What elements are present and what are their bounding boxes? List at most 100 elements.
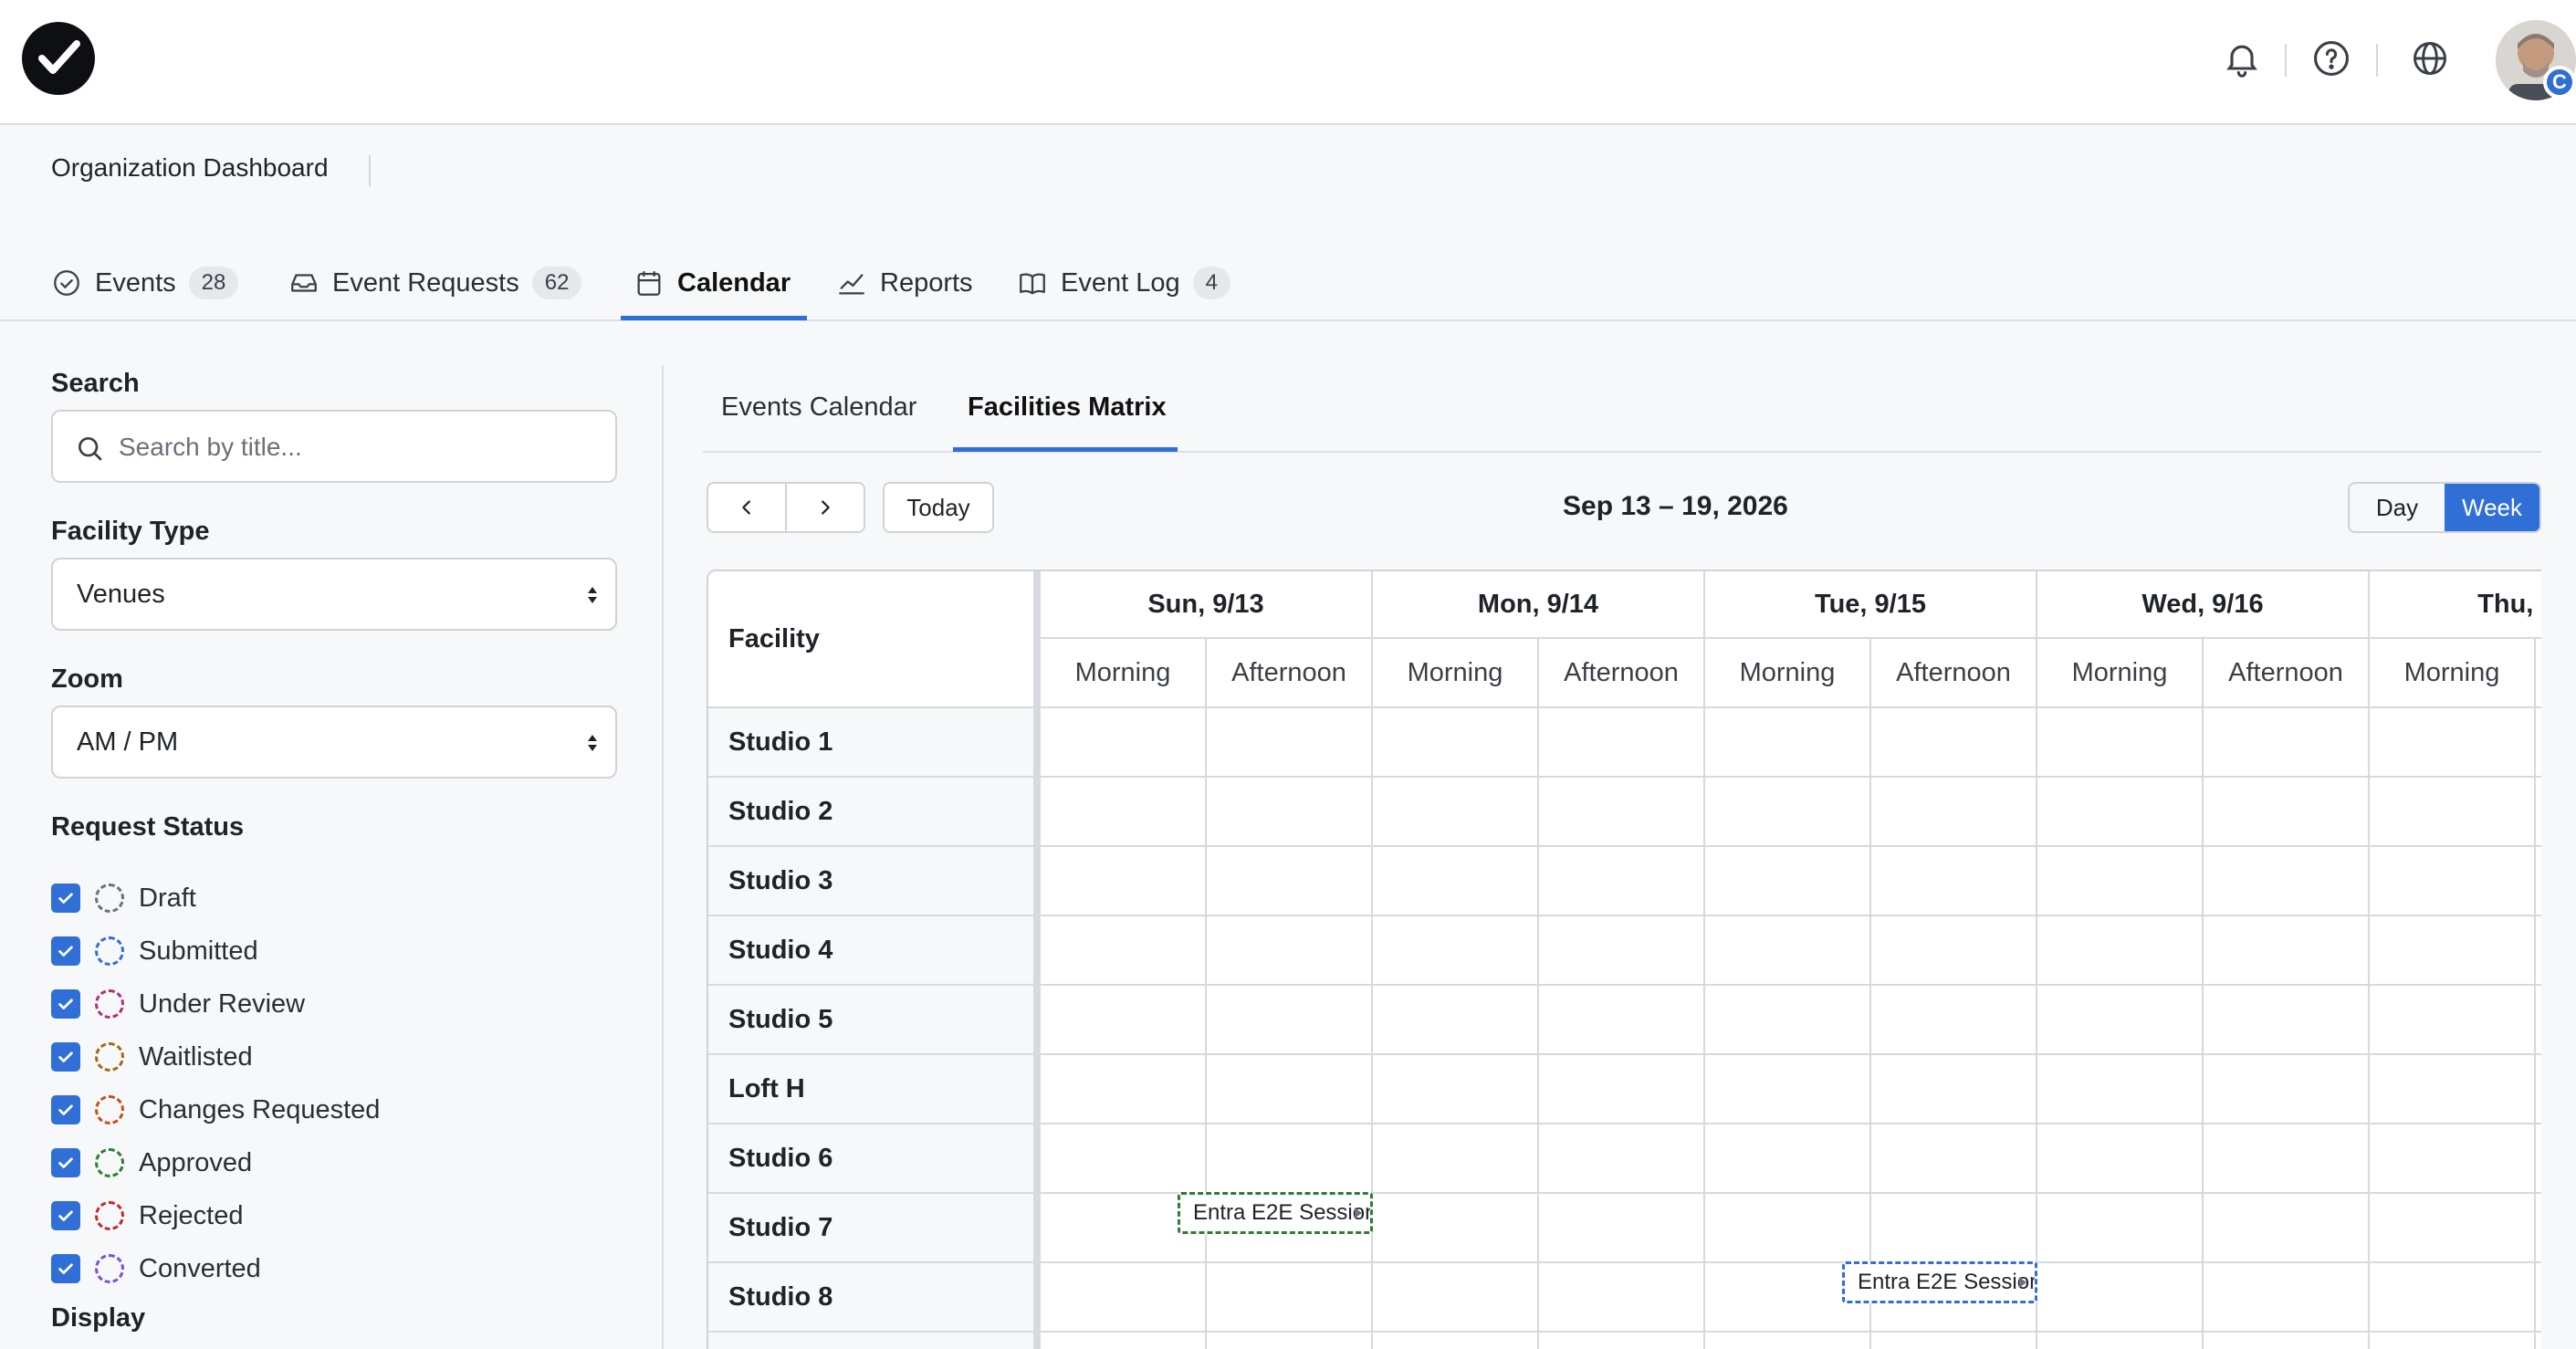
matrix-slot[interactable] — [1373, 778, 1539, 847]
checkbox[interactable] — [51, 1201, 80, 1230]
status-filter-rejected[interactable]: Rejected — [51, 1197, 243, 1234]
matrix-slot[interactable] — [2370, 916, 2536, 986]
matrix-slot[interactable] — [2370, 847, 2536, 916]
search-input[interactable] — [119, 426, 593, 468]
matrix-slot[interactable] — [2370, 986, 2536, 1055]
matrix-slot[interactable] — [2536, 986, 2541, 1055]
matrix-slot[interactable] — [1539, 1333, 1705, 1349]
matrix-slot[interactable] — [2370, 1055, 2536, 1124]
matrix-slot[interactable] — [2037, 1194, 2204, 1263]
next-week-button[interactable] — [785, 482, 865, 533]
matrix-slot[interactable] — [1871, 1124, 2037, 1194]
matrix-slot[interactable] — [1041, 1124, 1207, 1194]
matrix-slot[interactable] — [2536, 708, 2541, 778]
matrix-slot[interactable] — [2370, 708, 2536, 778]
matrix-slot[interactable] — [2204, 778, 2370, 847]
matrix-slot[interactable] — [2536, 916, 2541, 986]
matrix-slot[interactable] — [2370, 778, 2536, 847]
matrix-slot[interactable] — [1705, 847, 1871, 916]
matrix-slot[interactable] — [1871, 1194, 2037, 1263]
matrix-slot[interactable] — [2037, 916, 2204, 986]
matrix-slot[interactable] — [1041, 1263, 1207, 1333]
globe-icon[interactable] — [2410, 38, 2450, 78]
checkbox[interactable] — [51, 936, 80, 966]
matrix-slot[interactable] — [2037, 1124, 2204, 1194]
tab-calendar[interactable]: Calendar — [634, 246, 791, 319]
matrix-slot[interactable] — [1705, 778, 1871, 847]
status-filter-waitlisted[interactable]: Waitlisted — [51, 1039, 253, 1075]
matrix-slot[interactable] — [1207, 986, 1373, 1055]
matrix-slot[interactable] — [1539, 1263, 1705, 1333]
matrix-slot[interactable] — [1539, 1124, 1705, 1194]
matrix-slot[interactable] — [2370, 1194, 2536, 1263]
matrix-slot[interactable] — [2370, 1333, 2536, 1349]
subtab-facilities-matrix[interactable]: Facilities Matrix — [968, 392, 1167, 423]
checkbox[interactable] — [51, 884, 80, 913]
app-logo-icon[interactable] — [22, 22, 95, 95]
checkbox[interactable] — [51, 1254, 80, 1283]
prev-week-button[interactable] — [707, 482, 787, 533]
matrix-slot[interactable] — [1041, 986, 1207, 1055]
matrix-slot[interactable] — [1207, 1124, 1373, 1194]
matrix-slot[interactable] — [1871, 847, 2037, 916]
matrix-slot[interactable] — [1871, 986, 2037, 1055]
week-view-button[interactable]: Week — [2445, 484, 2539, 531]
matrix-slot[interactable] — [2037, 1333, 2204, 1349]
status-filter-under-review[interactable]: Under Review — [51, 986, 305, 1022]
search-box[interactable] — [51, 410, 617, 483]
checkbox[interactable] — [51, 1095, 80, 1124]
matrix-slot[interactable] — [1871, 1055, 2037, 1124]
matrix-slot[interactable] — [2204, 708, 2370, 778]
matrix-slot[interactable] — [1539, 1194, 1705, 1263]
matrix-slot[interactable] — [2204, 1124, 2370, 1194]
checkbox[interactable] — [51, 989, 80, 1019]
matrix-slot[interactable] — [2204, 1194, 2370, 1263]
matrix-slot[interactable] — [2204, 1055, 2370, 1124]
matrix-slot[interactable] — [1373, 847, 1539, 916]
status-filter-approved[interactable]: Approved — [51, 1145, 252, 1181]
matrix-slot[interactable] — [1373, 1055, 1539, 1124]
matrix-slot[interactable] — [1539, 778, 1705, 847]
matrix-slot[interactable] — [1373, 708, 1539, 778]
matrix-slot[interactable] — [1871, 708, 2037, 778]
matrix-slot[interactable] — [1705, 916, 1871, 986]
matrix-slot[interactable] — [1871, 1333, 2037, 1349]
matrix-slot[interactable] — [2204, 847, 2370, 916]
matrix-slot[interactable] — [1539, 916, 1705, 986]
bell-icon[interactable] — [2222, 38, 2262, 78]
matrix-slot[interactable] — [1705, 1124, 1871, 1194]
status-filter-submitted[interactable]: Submitted — [51, 933, 258, 969]
matrix-slot[interactable] — [2037, 986, 2204, 1055]
help-icon[interactable] — [2311, 38, 2351, 78]
matrix-slot[interactable] — [1871, 916, 2037, 986]
matrix-slot[interactable] — [1207, 847, 1373, 916]
matrix-slot[interactable] — [1373, 1333, 1539, 1349]
matrix-slot[interactable] — [1373, 916, 1539, 986]
matrix-slot[interactable] — [2204, 986, 2370, 1055]
status-filter-converted[interactable]: Converted — [51, 1250, 261, 1287]
matrix-slot[interactable] — [1041, 1333, 1207, 1349]
matrix-slot[interactable] — [2536, 1263, 2541, 1333]
status-filter-draft[interactable]: Draft — [51, 880, 196, 916]
matrix-slot[interactable] — [2370, 1263, 2536, 1333]
matrix-slot[interactable] — [1207, 778, 1373, 847]
tab-reports[interactable]: Reports — [836, 246, 973, 319]
matrix-slot[interactable] — [1705, 1333, 1871, 1349]
checkbox[interactable] — [51, 1042, 80, 1072]
matrix-slot[interactable] — [2536, 1333, 2541, 1349]
matrix-slot[interactable] — [2037, 778, 2204, 847]
matrix-slot[interactable] — [1705, 1194, 1871, 1263]
matrix-slot[interactable] — [2370, 1124, 2536, 1194]
matrix-slot[interactable] — [1207, 1055, 1373, 1124]
matrix-slot[interactable] — [1207, 708, 1373, 778]
today-button[interactable]: Today — [883, 482, 994, 533]
matrix-slot[interactable] — [2037, 1263, 2204, 1333]
matrix-slot[interactable] — [2536, 1124, 2541, 1194]
matrix-slot[interactable] — [1539, 986, 1705, 1055]
checkbox[interactable] — [51, 1148, 80, 1177]
matrix-slot[interactable] — [2204, 916, 2370, 986]
matrix-slot[interactable] — [1207, 1333, 1373, 1349]
event-block[interactable]: Entra E2E Session — [1842, 1261, 2037, 1303]
matrix-slot[interactable] — [1373, 1263, 1539, 1333]
status-filter-changes-requested[interactable]: Changes Requested — [51, 1092, 380, 1128]
